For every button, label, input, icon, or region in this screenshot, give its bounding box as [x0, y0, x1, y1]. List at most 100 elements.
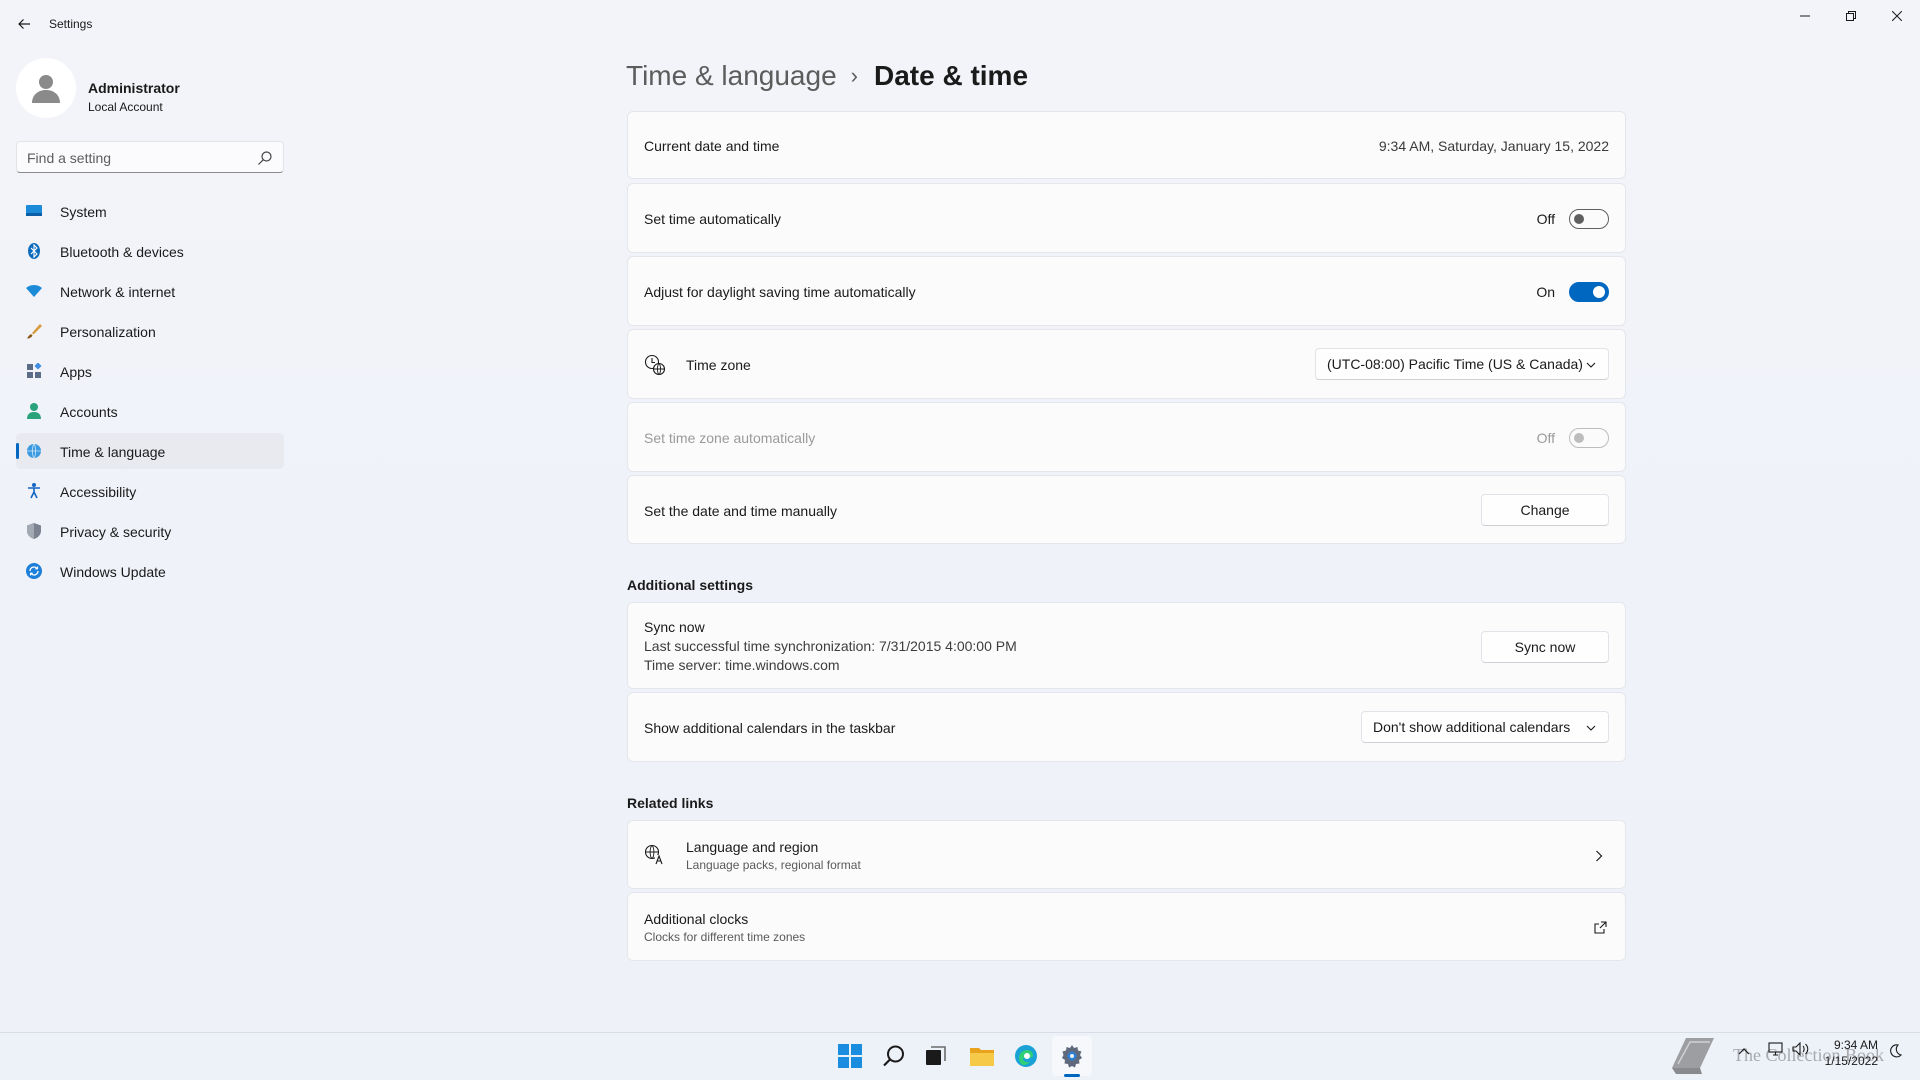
person-icon — [26, 403, 42, 419]
sidebar-item-time-language[interactable]: Time & language — [16, 433, 284, 469]
current-datetime-value: 9:34 AM, Saturday, January 15, 2022 — [1378, 138, 1609, 154]
task-view-icon — [926, 1046, 946, 1065]
additional-clocks-title: Additional clocks — [644, 911, 749, 927]
sidebar-item-bluetooth-devices[interactable]: Bluetooth & devices — [16, 233, 284, 269]
manual-datetime-card: Set the date and time manually Change — [627, 475, 1626, 544]
task-view-button[interactable] — [916, 1036, 956, 1076]
avatar — [16, 58, 76, 118]
manual-datetime-label: Set the date and time manually — [644, 503, 838, 519]
breadcrumb-separator: › — [850, 63, 858, 88]
breadcrumb: Time & language › Date & time — [626, 56, 1028, 96]
network-icon[interactable] — [1768, 1042, 1784, 1056]
sidebar-item-privacy-security[interactable]: Privacy & security — [16, 513, 284, 549]
back-button[interactable] — [10, 10, 38, 38]
restore-button[interactable] — [1828, 0, 1874, 32]
sidebar-item-label: Accounts — [60, 404, 118, 420]
set-timezone-auto-toggle — [1569, 428, 1609, 448]
profile-account-type: Local Account — [88, 100, 163, 114]
edge-icon — [1015, 1045, 1037, 1067]
search-box[interactable] — [16, 141, 284, 173]
start-button[interactable] — [830, 1036, 870, 1076]
related-links-heading: Related links — [627, 795, 714, 811]
brush-icon — [26, 323, 42, 339]
user-profile[interactable]: Administrator Local Account — [16, 58, 286, 122]
file-explorer-button[interactable] — [962, 1036, 1002, 1076]
additional-clocks-subtitle: Clocks for different time zones — [644, 930, 806, 944]
sidebar-item-network-internet[interactable]: Network & internet — [16, 273, 284, 309]
sidebar-item-accessibility[interactable]: Accessibility — [16, 473, 284, 509]
update-icon — [26, 563, 42, 579]
last-sync-text: Last successful time synchronization: 7/… — [644, 638, 1017, 654]
search-input[interactable] — [27, 148, 247, 168]
time-zone-dropdown[interactable]: (UTC-08:00) Pacific Time (US & Canada) — [1315, 348, 1609, 380]
sidebar-item-apps[interactable]: Apps — [16, 353, 284, 389]
sidebar-item-label: Privacy & security — [60, 524, 172, 540]
sidebar-item-accounts[interactable]: Accounts — [16, 393, 284, 429]
additional-clocks-link[interactable]: Additional clocks Clocks for different t… — [627, 892, 1626, 961]
sidebar-item-windows-update[interactable]: Windows Update — [16, 553, 284, 589]
wifi-icon — [26, 283, 42, 299]
toggle-knob — [1593, 286, 1605, 298]
language-region-title: Language and region — [686, 839, 819, 855]
settings-taskbar-button[interactable] — [1052, 1036, 1092, 1076]
chevron-down-icon — [1586, 362, 1596, 368]
change-button[interactable]: Change — [1481, 494, 1609, 526]
chevron-up-icon[interactable] — [1738, 1047, 1750, 1055]
additional-settings-heading: Additional settings — [627, 577, 753, 593]
taskbar-clock[interactable]: 9:34 AM 1/15/2022 — [1825, 1037, 1878, 1069]
chevron-right-icon — [1596, 850, 1603, 862]
sidebar-item-label: Time & language — [60, 444, 166, 460]
apps-icon — [26, 363, 42, 379]
language-region-link[interactable]: Language and region Language packs, regi… — [627, 820, 1626, 889]
time-zone-label: Time zone — [686, 357, 751, 373]
toggle-knob — [1574, 214, 1584, 224]
edge-button[interactable] — [1006, 1036, 1046, 1076]
sidebar-item-label: Personalization — [60, 324, 156, 340]
book-watermark-icon — [1672, 1038, 1714, 1074]
volume-icon[interactable] — [1792, 1042, 1810, 1056]
active-app-indicator — [1064, 1074, 1080, 1077]
daylight-saving-control: On — [1536, 282, 1609, 302]
current-datetime-label: Current date and time — [644, 138, 780, 154]
daylight-saving-toggle[interactable] — [1569, 282, 1609, 302]
search-icon[interactable] — [257, 150, 273, 166]
set-time-auto-card: Set time automatically Off — [627, 183, 1626, 253]
shield-icon — [26, 523, 42, 539]
profile-name: Administrator — [88, 80, 180, 96]
minimize-button[interactable] — [1782, 0, 1828, 32]
time-server-text: Time server: time.windows.com — [644, 657, 840, 673]
sidebar-item-system[interactable]: System — [16, 193, 284, 229]
page-title: Date & time — [873, 60, 1029, 91]
set-time-auto-state: Off — [1536, 211, 1555, 227]
sidebar-item-label: Bluetooth & devices — [60, 244, 184, 260]
search-icon — [883, 1045, 904, 1067]
current-datetime-card: Current date and time 9:34 AM, Saturday,… — [627, 111, 1626, 179]
close-icon — [1892, 11, 1902, 21]
calendars-dropdown[interactable]: Don't show additional calendars — [1361, 711, 1609, 743]
title-bar: Settings — [0, 0, 1920, 48]
calendars-label: Show additional calendars in the taskbar — [644, 720, 896, 736]
toggle-knob — [1574, 433, 1584, 443]
set-time-auto-toggle[interactable] — [1569, 209, 1609, 229]
sidebar-item-personalization[interactable]: Personalization — [16, 313, 284, 349]
clock-time: 9:34 AM — [1833, 1038, 1878, 1052]
window-controls — [1782, 0, 1920, 32]
breadcrumb-parent[interactable]: Time & language — [626, 60, 837, 92]
language-icon — [644, 844, 665, 865]
globe-clock-icon — [26, 443, 42, 459]
close-button[interactable] — [1874, 0, 1920, 32]
app-title: Settings — [49, 17, 93, 31]
sync-now-button[interactable]: Sync now — [1481, 631, 1609, 663]
windows-start-icon — [838, 1044, 862, 1068]
file-explorer-icon — [970, 1048, 994, 1066]
taskbar-search-button[interactable] — [874, 1036, 914, 1076]
clock-date: 1/15/2022 — [1824, 1054, 1878, 1068]
daylight-saving-card: Adjust for daylight saving time automati… — [627, 256, 1626, 326]
globe-clock-icon — [644, 354, 666, 376]
nav-list: System Bluetooth & devices Network & int… — [16, 193, 284, 593]
focus-moon-icon[interactable] — [1888, 1044, 1902, 1058]
set-timezone-auto-label: Set time zone automatically — [644, 430, 816, 446]
monitor-icon — [26, 203, 42, 219]
sync-card: Sync now Last successful time synchroniz… — [627, 602, 1626, 689]
sidebar-item-label: Network & internet — [60, 284, 176, 300]
